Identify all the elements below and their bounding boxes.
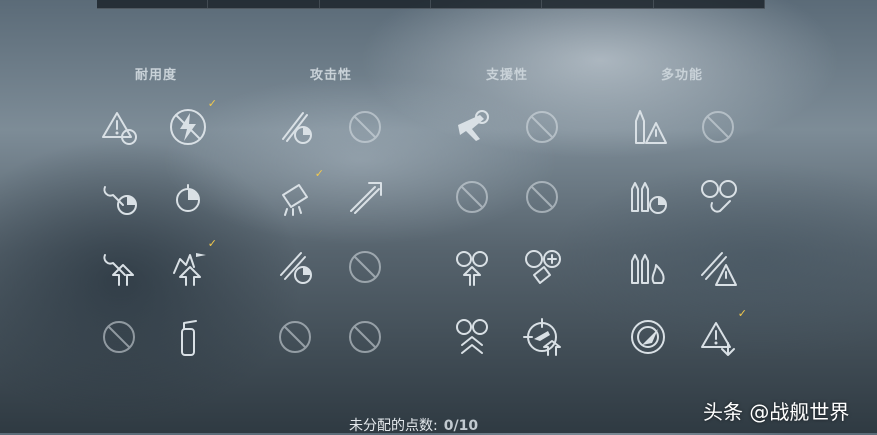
aa-plus-icon xyxy=(525,250,561,284)
selected-check-icon: ✓ xyxy=(207,97,217,110)
category-title-support: 支援性 xyxy=(485,68,528,83)
skill-slot[interactable] xyxy=(165,314,211,360)
locked-slot-icon xyxy=(526,111,558,143)
torpedo-timer-icon xyxy=(282,112,312,144)
skill-slot[interactable] xyxy=(449,104,495,150)
torpedo-reload-icon xyxy=(280,252,312,284)
skill-slot[interactable] xyxy=(519,314,565,360)
no-lightning-icon xyxy=(170,109,206,145)
skill-slot[interactable] xyxy=(625,244,671,290)
selected-check-icon: ✓ xyxy=(314,167,324,180)
locked-slot-icon xyxy=(702,111,734,143)
tab[interactable] xyxy=(97,0,209,8)
skill-slot[interactable] xyxy=(342,244,388,290)
skill-slot[interactable] xyxy=(342,314,388,360)
fire-extinguisher-icon xyxy=(181,320,197,356)
skill-slot[interactable]: ✓ xyxy=(272,168,324,220)
category-title-versatility: 多功能 xyxy=(660,68,703,83)
shells-timer-icon xyxy=(631,182,667,214)
wrench-timer-icon xyxy=(103,186,137,215)
locked-slot-icon xyxy=(349,251,381,283)
timer-icon xyxy=(176,184,200,212)
skill-slot[interactable] xyxy=(519,244,565,290)
skill-slot[interactable] xyxy=(272,244,318,290)
shell-burst-icon xyxy=(282,184,308,216)
watermark: 头条 @战舰世界 xyxy=(703,400,850,424)
skill-slot[interactable] xyxy=(625,104,671,150)
tab[interactable] xyxy=(654,0,765,8)
skill-slot[interactable] xyxy=(165,174,211,220)
wrench-upgrade-icon xyxy=(103,254,134,286)
locked-slot-icon xyxy=(526,181,558,213)
tab[interactable] xyxy=(208,0,320,8)
locked-slot-icon xyxy=(456,181,488,213)
skill-slot[interactable] xyxy=(625,314,671,360)
top-tab-bar xyxy=(97,0,765,9)
aa-double-upgrade-icon xyxy=(456,319,488,354)
skill-slot[interactable]: ✓ xyxy=(165,238,217,290)
ship-aa-upgrade-icon xyxy=(173,253,206,286)
skill-slot[interactable]: ✓ xyxy=(165,98,217,150)
skill-slot[interactable] xyxy=(695,174,741,220)
category-title-attack: 攻击性 xyxy=(309,68,352,83)
locked-slot-icon xyxy=(279,321,311,353)
aa-upgrade-icon xyxy=(456,251,488,286)
skill-slot[interactable] xyxy=(519,104,565,150)
skill-slot[interactable] xyxy=(96,174,142,220)
locked-slot-icon xyxy=(349,111,381,143)
skill-slot[interactable] xyxy=(695,104,741,150)
radar-icon xyxy=(631,320,665,354)
skill-slot[interactable] xyxy=(695,244,741,290)
skill-slot[interactable] xyxy=(519,174,565,220)
fire-warning-target-icon xyxy=(102,112,137,145)
category-title-durability: 耐用度 xyxy=(134,68,177,83)
shell-warning-icon xyxy=(635,110,667,144)
aircraft-crosshair-upgrade-icon xyxy=(523,318,561,356)
warning-download-icon xyxy=(701,322,735,356)
tab[interactable] xyxy=(431,0,543,8)
tab[interactable] xyxy=(542,0,654,8)
unassigned-points-value: 0/10 xyxy=(443,418,479,434)
skill-slot[interactable] xyxy=(625,174,671,220)
unassigned-points: 未分配的点数: 0/10 xyxy=(349,415,478,435)
locked-slot-icon xyxy=(103,321,135,353)
skill-slot[interactable] xyxy=(272,314,318,360)
skill-slot[interactable] xyxy=(272,104,318,150)
torpedo-range-icon xyxy=(350,182,382,214)
unassigned-points-label: 未分配的点数: xyxy=(349,418,438,434)
tab[interactable] xyxy=(320,0,431,8)
skill-slot[interactable] xyxy=(449,244,495,290)
shells-fire-icon xyxy=(631,254,665,284)
radiation-wrench-icon xyxy=(701,180,737,213)
locked-slot-icon xyxy=(349,321,381,353)
aircraft-target-icon xyxy=(458,110,489,141)
selected-check-icon: ✓ xyxy=(207,237,217,250)
torpedo-warning-icon xyxy=(701,252,737,286)
selected-check-icon: ✓ xyxy=(737,307,747,320)
skill-slot[interactable] xyxy=(449,174,495,220)
skill-slot[interactable] xyxy=(96,104,142,150)
skill-slot[interactable] xyxy=(96,314,142,360)
skill-slot[interactable] xyxy=(342,174,388,220)
skill-slot[interactable] xyxy=(449,314,495,360)
skill-slot[interactable]: ✓ xyxy=(695,308,747,360)
skill-slot[interactable] xyxy=(342,104,388,150)
skill-slot[interactable] xyxy=(96,244,142,290)
